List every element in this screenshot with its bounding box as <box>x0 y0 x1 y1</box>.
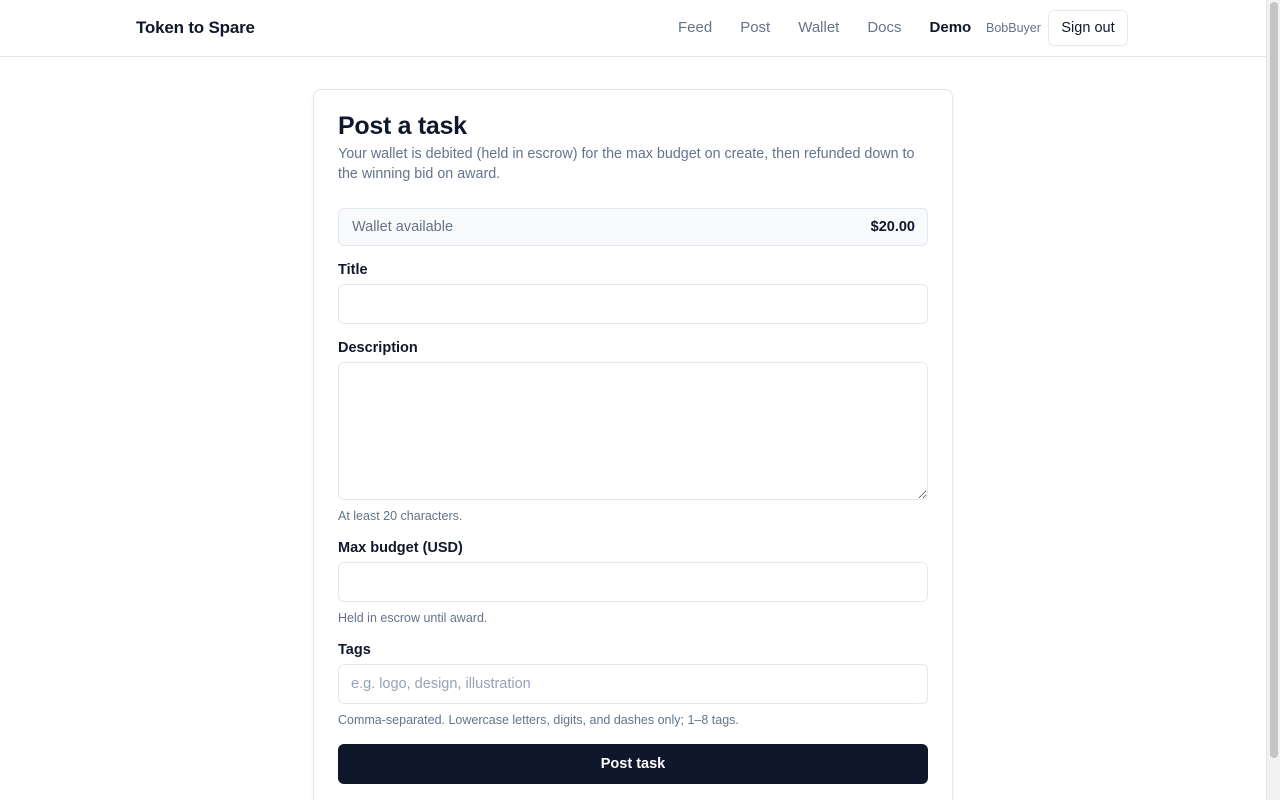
title-input[interactable] <box>338 284 928 324</box>
brand-logo[interactable]: Token to Spare <box>136 18 255 38</box>
budget-label: Max budget (USD) <box>338 540 463 556</box>
post-task-button[interactable]: Post task <box>338 744 928 784</box>
title-label: Title <box>338 262 368 278</box>
tags-input[interactable] <box>338 664 928 704</box>
post-task-card: Post a task Your wallet is debited (held… <box>313 89 953 800</box>
description-hint: At least 20 characters. <box>338 509 463 523</box>
page-scrollbar[interactable] <box>1266 0 1280 800</box>
budget-hint: Held in escrow until award. <box>338 611 488 625</box>
main-nav: Feed Post Wallet Docs Demo <box>678 19 995 36</box>
page-subtitle: Your wallet is debited (held in escrow) … <box>338 146 915 182</box>
wallet-available-label: Wallet available <box>352 219 454 235</box>
description-textarea[interactable] <box>338 362 928 500</box>
nav-post[interactable]: Post <box>740 19 770 36</box>
tags-hint: Comma-separated. Lowercase letters, digi… <box>338 713 739 727</box>
max-budget-input[interactable] <box>338 562 928 602</box>
nav-docs[interactable]: Docs <box>867 19 901 36</box>
top-navbar: Token to Spare Feed Post Wallet Docs Dem… <box>0 0 1266 57</box>
tags-label: Tags <box>338 642 371 658</box>
page-title: Post a task <box>338 112 467 140</box>
wallet-available-value: $20.00 <box>870 219 915 235</box>
nav-wallet[interactable]: Wallet <box>798 19 839 36</box>
description-label: Description <box>338 340 418 356</box>
nav-feed[interactable]: Feed <box>678 19 712 36</box>
username-label: BobBuyer <box>986 21 1041 35</box>
scrollbar-thumb[interactable] <box>1270 2 1278 758</box>
wallet-balance-box: Wallet available $20.00 <box>338 208 928 246</box>
sign-out-button[interactable]: Sign out <box>1048 10 1128 46</box>
nav-demo[interactable]: Demo <box>930 19 972 36</box>
